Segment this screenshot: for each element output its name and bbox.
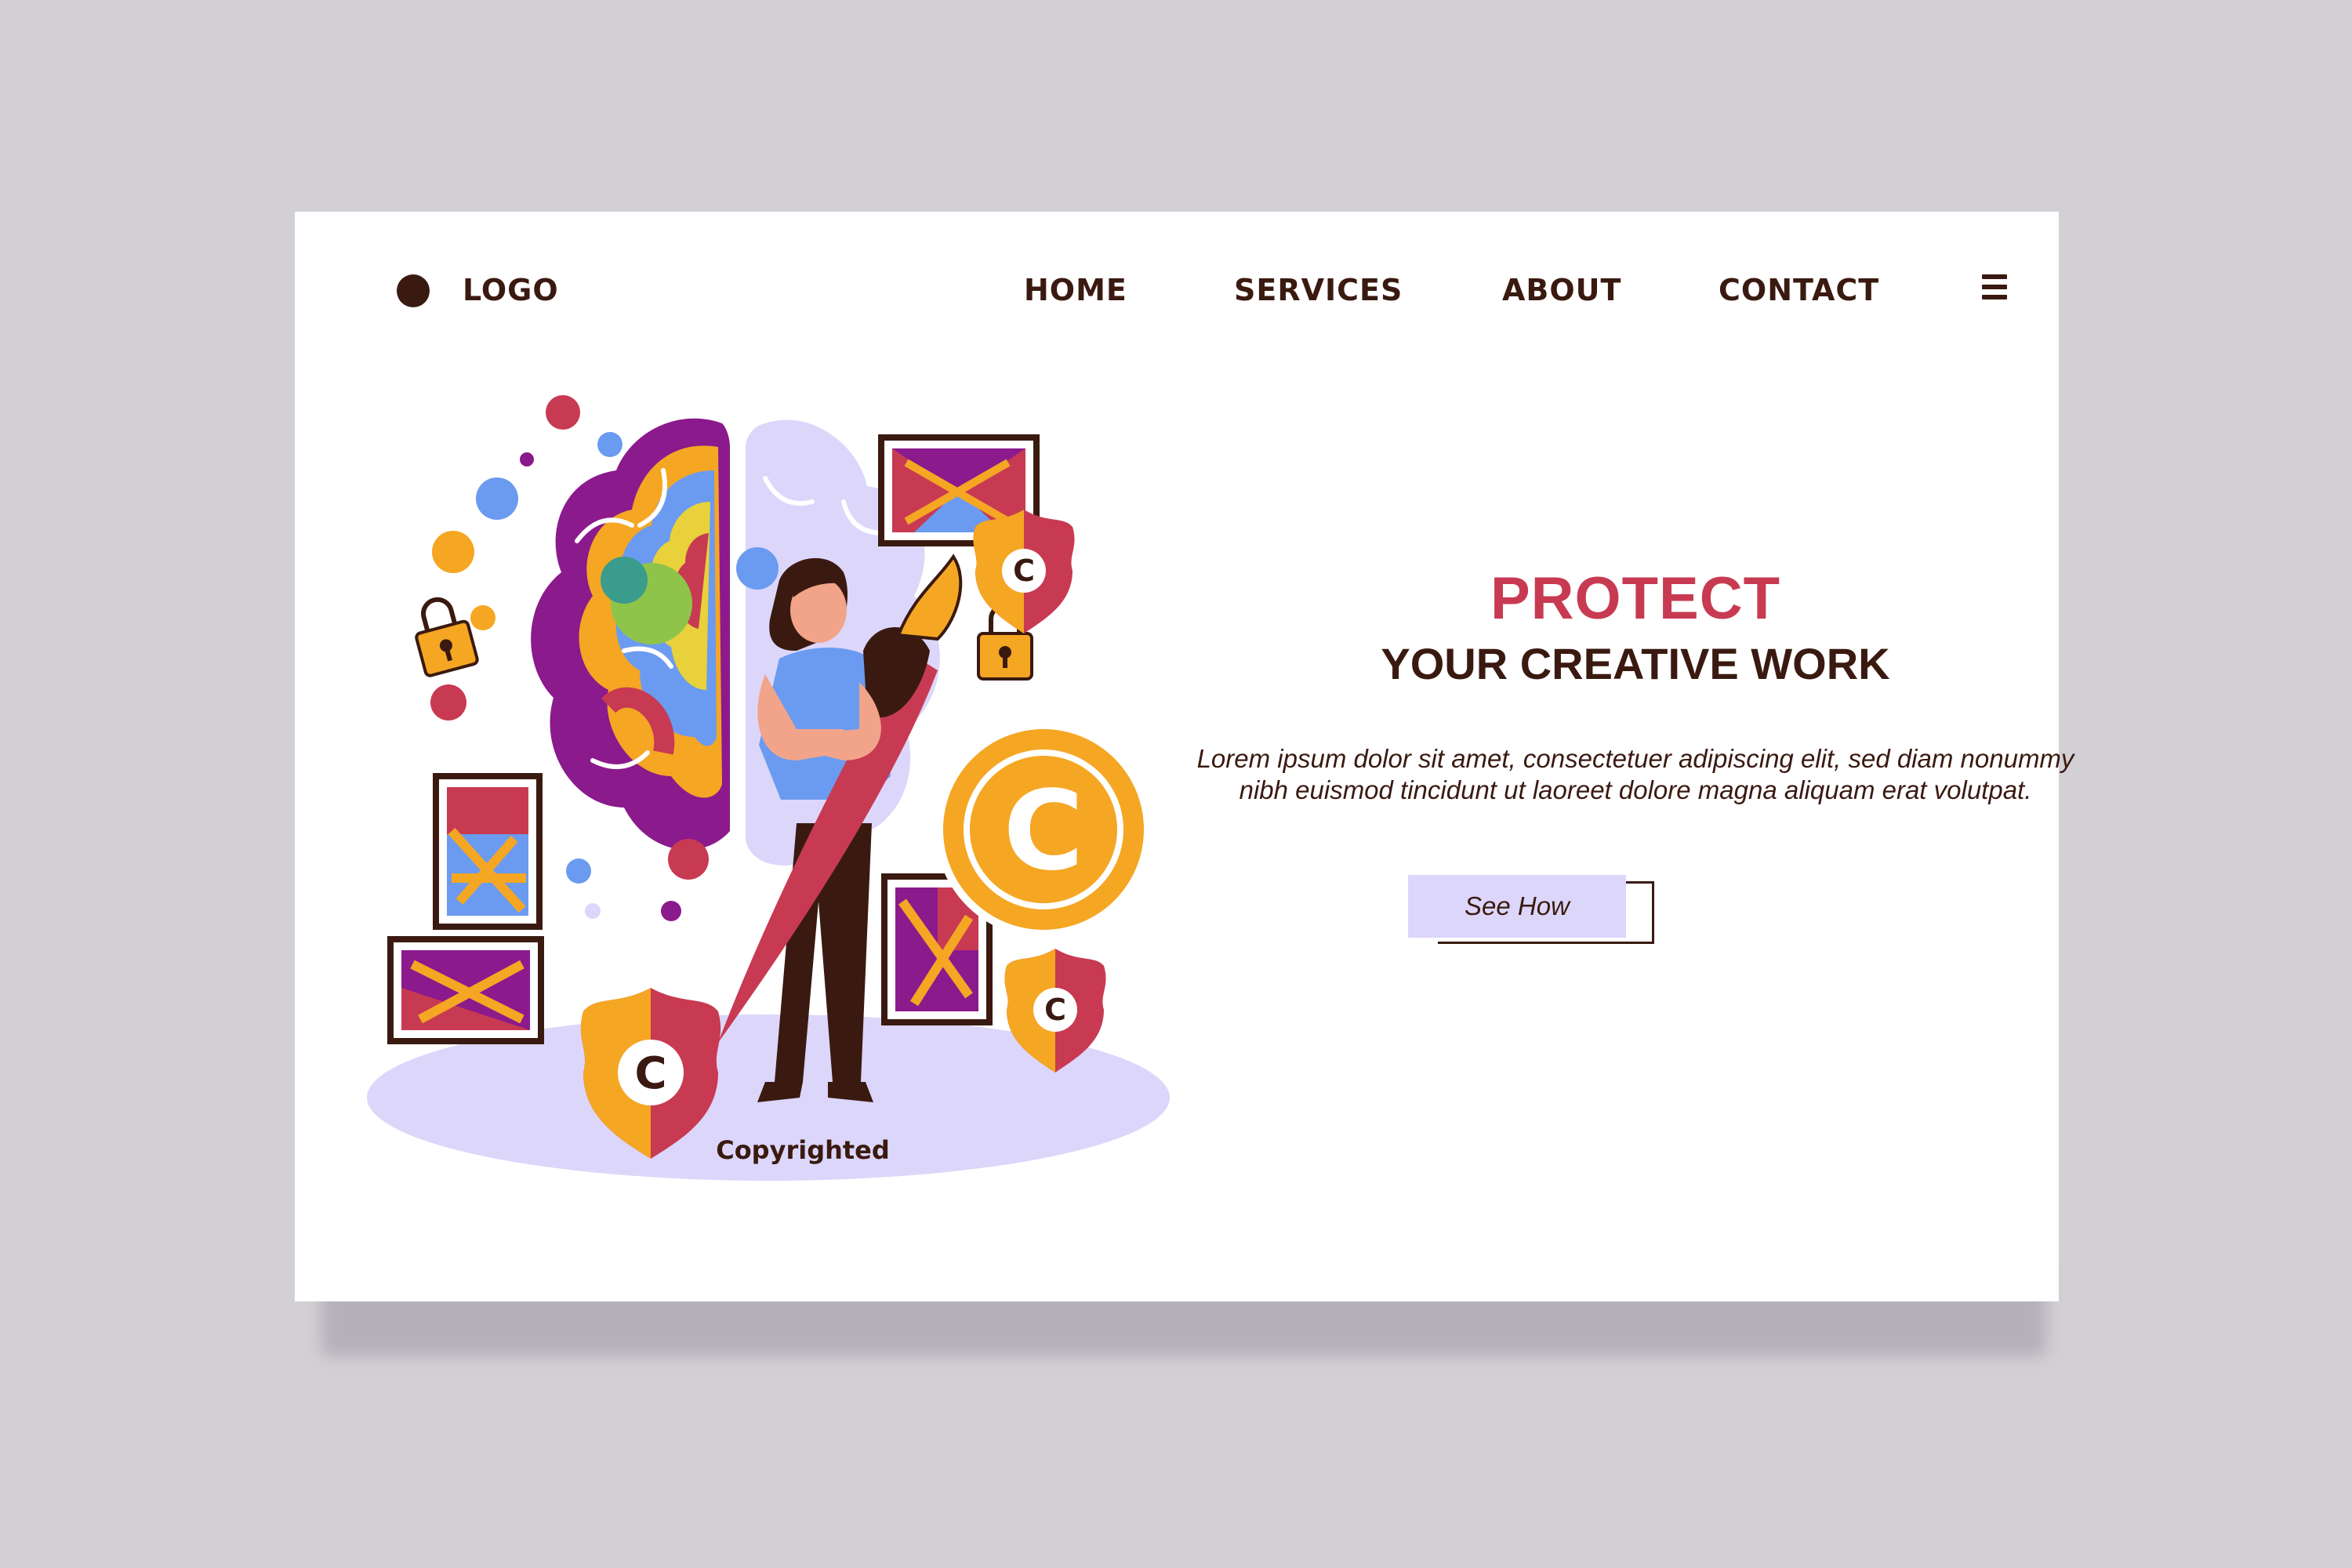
brain-left-half <box>531 418 730 850</box>
copyrighted-caption: Copyrighted <box>716 1135 890 1165</box>
hero-subtitle: YOUR CREATIVE WORK <box>1381 639 1890 688</box>
hero-description: Lorem ipsum dolor sit amet, consectetuer… <box>1196 744 2074 804</box>
artwork-frame-left <box>433 773 543 930</box>
hero-title: PROTECT <box>1490 565 1781 632</box>
artwork-frame-bottom-left <box>387 936 544 1044</box>
copyright-shield-icon-top: C <box>973 510 1075 633</box>
padlock-icon-left <box>415 597 479 677</box>
svg-text:C: C <box>634 1048 666 1099</box>
nav-services[interactable]: SERVICES <box>1234 273 1403 307</box>
nav-contact[interactable]: CONTACT <box>1719 273 1879 307</box>
copyright-coin-icon: C <box>935 721 1152 938</box>
hamburger-menu-icon[interactable] <box>1982 274 2007 301</box>
svg-text:C: C <box>1044 993 1066 1027</box>
see-how-button[interactable]: See How <box>1408 875 1626 938</box>
nav-about[interactable]: ABOUT <box>1502 273 1621 307</box>
svg-text:C: C <box>1004 768 1084 895</box>
copyright-illustration: C C C C Copyrighted <box>367 395 1170 1181</box>
landing-page: LOGO HOME SERVICES ABOUT CONTACT C C C C… <box>295 212 2074 1301</box>
svg-text:C: C <box>1013 554 1035 588</box>
